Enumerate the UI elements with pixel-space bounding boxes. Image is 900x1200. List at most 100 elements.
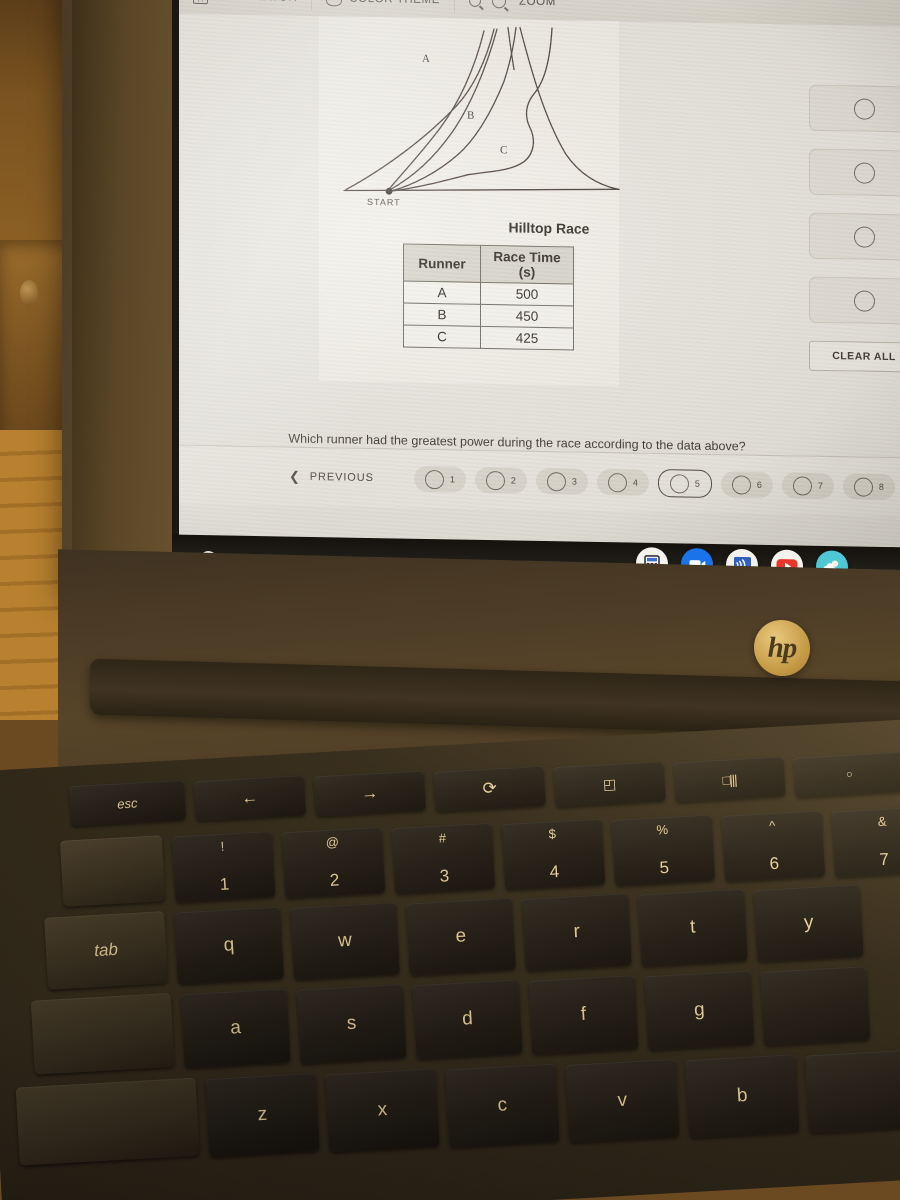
key-esc[interactable]: esc	[68, 779, 186, 827]
laptop-keyboard: esc ← → ⟳ ◰ □||| ○ ! 1 @2 #3 $4 % 5 ^ 6 & 7 …	[0, 719, 900, 1200]
cell-time: 425	[480, 326, 574, 351]
table-row: C 425	[403, 325, 574, 351]
key-back-arrow[interactable]: ←	[193, 775, 306, 822]
page-number: 3	[571, 476, 577, 487]
page-number: 8	[878, 481, 884, 492]
key-capslock[interactable]	[30, 992, 175, 1075]
key-1[interactable]: ! 1	[171, 831, 276, 903]
key-c[interactable]: c	[445, 1063, 560, 1148]
key-overview[interactable]: □|||	[673, 756, 786, 803]
key-backtick[interactable]	[59, 835, 166, 907]
calculator-label: CALCULATOR	[215, 0, 297, 4]
path-label-c: C	[500, 144, 507, 156]
page-button-7[interactable]: 7	[781, 472, 834, 500]
key-shift[interactable]	[15, 1077, 200, 1166]
key-q[interactable]: q	[174, 906, 284, 985]
radio-icon	[607, 472, 627, 492]
page-button-5-active[interactable]: 5	[657, 469, 712, 498]
answer-option-3[interactable]	[809, 212, 900, 261]
key-5[interactable]: % 5	[611, 814, 716, 886]
chevron-left-icon: ❮	[289, 468, 301, 484]
radio-icon	[853, 476, 873, 497]
table-row: B 450	[403, 303, 574, 329]
page-number: 2	[510, 475, 516, 486]
hp-logo: hp	[754, 619, 810, 677]
page-button-8[interactable]: 8	[842, 473, 895, 501]
key-d[interactable]: d	[412, 979, 523, 1060]
path-label-a: A	[422, 53, 430, 65]
key-brightness[interactable]: ○	[793, 751, 900, 798]
key-7[interactable]: & 7	[831, 806, 900, 878]
radio-icon	[485, 470, 505, 490]
key-forward-arrow[interactable]: →	[313, 770, 426, 817]
previous-button[interactable]: ❮ PREVIOUS	[289, 469, 374, 486]
table-header-racetime: Race Time (s)	[480, 245, 574, 285]
cell-runner: C	[403, 325, 481, 349]
clear-all-button[interactable]: CLEAR ALL	[809, 340, 900, 373]
page-number: 5	[694, 478, 700, 489]
key-f[interactable]: f	[528, 974, 639, 1055]
zoom-label: ZOOM	[519, 0, 556, 9]
key-4[interactable]: $4	[501, 818, 606, 891]
path-label-b: B	[467, 110, 474, 122]
key-2[interactable]: @2	[281, 826, 386, 899]
radio-icon	[546, 471, 566, 491]
cell-runner: A	[403, 281, 481, 305]
page-number: 4	[632, 477, 638, 488]
page-button-4[interactable]: 4	[596, 468, 649, 496]
key-h[interactable]	[760, 966, 871, 1046]
zoom-controls: ZOOM	[455, 0, 556, 9]
key-b[interactable]: b	[685, 1054, 800, 1139]
key-fullscreen[interactable]: ◰	[553, 761, 666, 808]
calculator-icon	[193, 0, 208, 5]
key-reload[interactable]: ⟳	[433, 765, 546, 812]
key-x[interactable]: x	[325, 1068, 440, 1153]
key-w[interactable]: w	[290, 902, 400, 980]
race-table: Runner Race Time (s) A 500 B 450 C 425	[403, 243, 574, 351]
key-3[interactable]: #3	[391, 822, 496, 895]
radio-icon[interactable]	[853, 225, 875, 248]
key-e[interactable]: e	[405, 897, 516, 976]
key-6[interactable]: ^ 6	[721, 810, 826, 882]
radio-icon[interactable]	[853, 161, 875, 184]
zoom-in-icon[interactable]	[492, 0, 506, 9]
zoom-out-icon[interactable]	[469, 0, 481, 7]
page-number: 7	[817, 480, 823, 491]
hilltop-diagram: A B C	[334, 18, 634, 208]
key-r[interactable]: r	[521, 893, 632, 972]
photo-of-laptop: CALCULATOR COLOR THEME ZOOM	[0, 0, 900, 1200]
answer-option-4[interactable]	[809, 276, 900, 325]
furniture-knob	[20, 280, 38, 306]
radio-icon[interactable]	[853, 289, 875, 312]
radio-icon[interactable]	[853, 97, 875, 120]
key-g[interactable]: g	[644, 970, 755, 1051]
page-button-1[interactable]: 1	[413, 465, 466, 493]
radio-icon	[731, 474, 751, 495]
key-a[interactable]: a	[180, 988, 291, 1069]
start-label: START	[367, 196, 401, 208]
key-n[interactable]	[805, 1049, 900, 1134]
page-button-6[interactable]: 6	[720, 471, 773, 499]
key-t[interactable]: t	[637, 888, 748, 967]
page-button-3[interactable]: 3	[535, 467, 588, 495]
radio-icon	[669, 473, 689, 494]
question-page: A B C START Hilltop Race Runner Race Tim…	[179, 13, 900, 517]
key-y[interactable]: y	[753, 884, 864, 963]
answer-option-1[interactable]	[809, 84, 900, 133]
page-number: 6	[756, 479, 762, 490]
radio-icon	[792, 475, 812, 496]
pagination-footer: ❮ PREVIOUS 1 2 3 4 5 6 7 8	[179, 444, 900, 517]
page-button-2[interactable]: 2	[474, 466, 527, 494]
key-v[interactable]: v	[565, 1058, 680, 1143]
radio-icon	[424, 469, 444, 489]
table-row: A 500	[403, 281, 574, 307]
key-tab[interactable]: tab	[44, 911, 169, 990]
answer-option-2[interactable]	[809, 148, 900, 197]
race-table-wrapper: Runner Race Time (s) A 500 B 450 C 425	[403, 243, 574, 351]
key-z[interactable]: z	[205, 1072, 320, 1157]
key-s[interactable]: s	[296, 983, 407, 1064]
table-header-runner: Runner	[403, 244, 481, 283]
previous-label: PREVIOUS	[309, 470, 374, 485]
color-theme-label: COLOR THEME	[349, 0, 440, 6]
hilltop-diagram-svg: A B C	[343, 26, 620, 195]
